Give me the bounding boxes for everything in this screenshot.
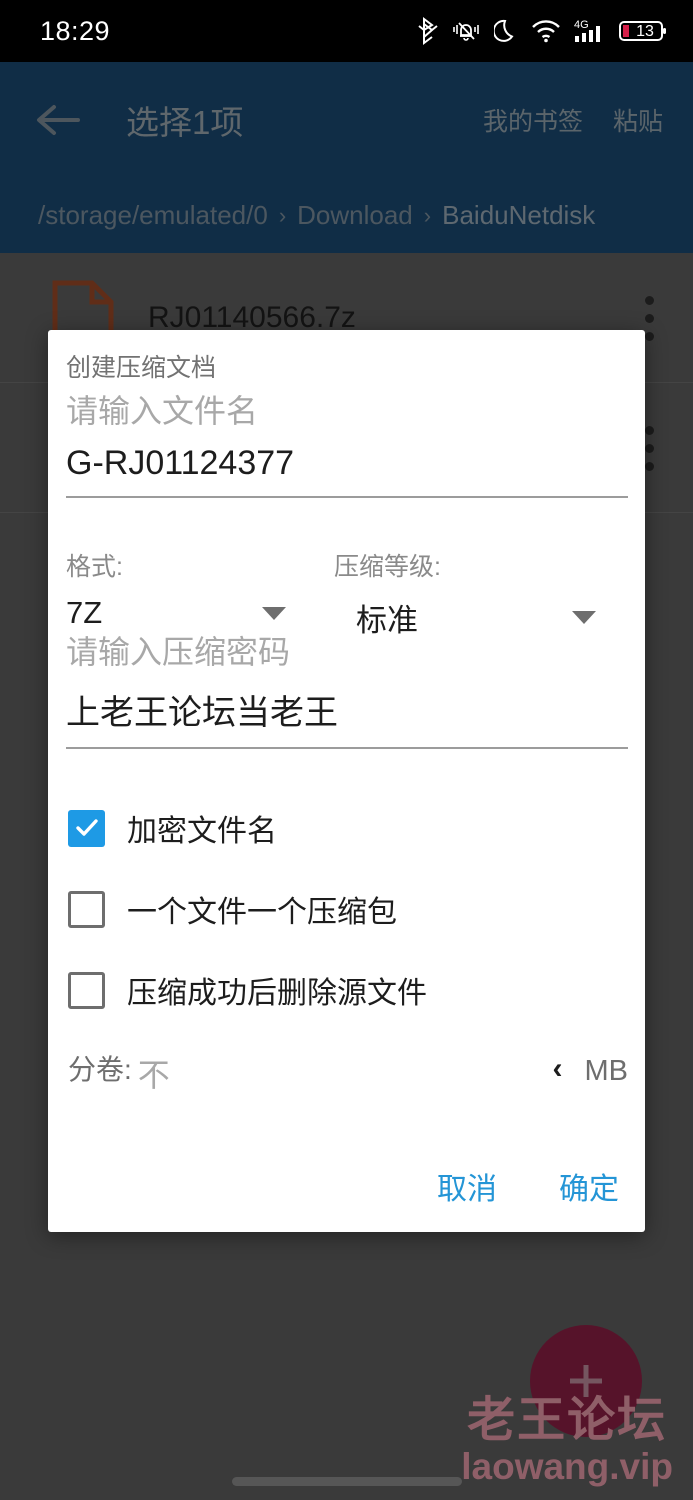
one-archive-per-file-label: 一个文件一个压缩包: [127, 896, 397, 929]
encrypt-filenames-label: 加密文件名: [127, 815, 277, 848]
battery-icon: 13: [619, 18, 667, 44]
filename-placeholder: 请输入文件名: [66, 393, 259, 429]
split-volume-input-wrap[interactable]: 不 ‹: [138, 1050, 571, 1096]
cancel-button[interactable]: 取消: [437, 1164, 497, 1208]
password-input[interactable]: 上老王论坛当老王: [66, 685, 628, 734]
one-archive-per-file-checkbox-row[interactable]: 一个文件一个压缩包: [68, 887, 397, 931]
create-archive-dialog: 创建压缩文档 请输入文件名 G-RJ01124377 格式: 7Z 压缩等级: …: [48, 330, 645, 1232]
phone-screen: 18:29 4G 13 RJ01140566.7z 选择1项 我的书签 粘贴 /…: [0, 0, 693, 1500]
status-bar: 18:29 4G 13: [0, 0, 693, 62]
split-volume-label: 分卷:: [68, 1054, 132, 1085]
mobile-signal-4g-icon: 4G: [574, 17, 606, 45]
check-icon: [75, 819, 98, 836]
delete-source-checkbox-row[interactable]: 压缩成功后删除源文件: [68, 968, 427, 1012]
delete-source-label: 压缩成功后删除源文件: [127, 977, 427, 1010]
chevron-down-icon: [262, 606, 286, 620]
silent-bell-icon: [451, 18, 481, 44]
chevron-down-icon: [572, 611, 596, 624]
filename-field-group: 请输入文件名 G-RJ01124377: [66, 386, 628, 498]
confirm-button[interactable]: 确定: [559, 1164, 619, 1208]
one-archive-per-file-checkbox[interactable]: [68, 890, 105, 928]
chevron-left-icon[interactable]: ‹: [553, 1052, 563, 1086]
do-not-disturb-moon-icon: [494, 18, 518, 44]
split-volume-row: 分卷: 不 ‹ MB: [68, 1048, 628, 1096]
filename-underline: [66, 496, 628, 498]
filename-input[interactable]: G-RJ01124377: [66, 444, 628, 483]
format-label: 格式:: [66, 553, 123, 581]
dialog-title: 创建压缩文档: [66, 354, 217, 382]
password-field-group: 请输入压缩密码 上老王论坛当老王: [66, 627, 628, 749]
dialog-actions: 取消 确定: [437, 1164, 619, 1208]
encrypt-filenames-checkbox[interactable]: [68, 809, 105, 847]
password-underline: [66, 747, 628, 749]
wifi-icon: [531, 18, 561, 44]
delete-source-checkbox[interactable]: [68, 971, 105, 1009]
compression-level-label: 压缩等级:: [334, 553, 441, 581]
svg-text:4G: 4G: [574, 19, 589, 31]
status-icons: 4G 13: [418, 17, 667, 45]
battery-level-text: 13: [636, 23, 654, 40]
split-volume-input[interactable]: 不: [138, 1057, 170, 1101]
bluetooth-icon: [418, 17, 438, 45]
encrypt-filenames-checkbox-row[interactable]: 加密文件名: [68, 806, 277, 850]
password-placeholder: 请输入压缩密码: [66, 634, 291, 670]
split-volume-unit: MB: [584, 1055, 629, 1087]
status-clock: 18:29: [40, 15, 111, 46]
format-value: 7Z: [66, 595, 103, 630]
